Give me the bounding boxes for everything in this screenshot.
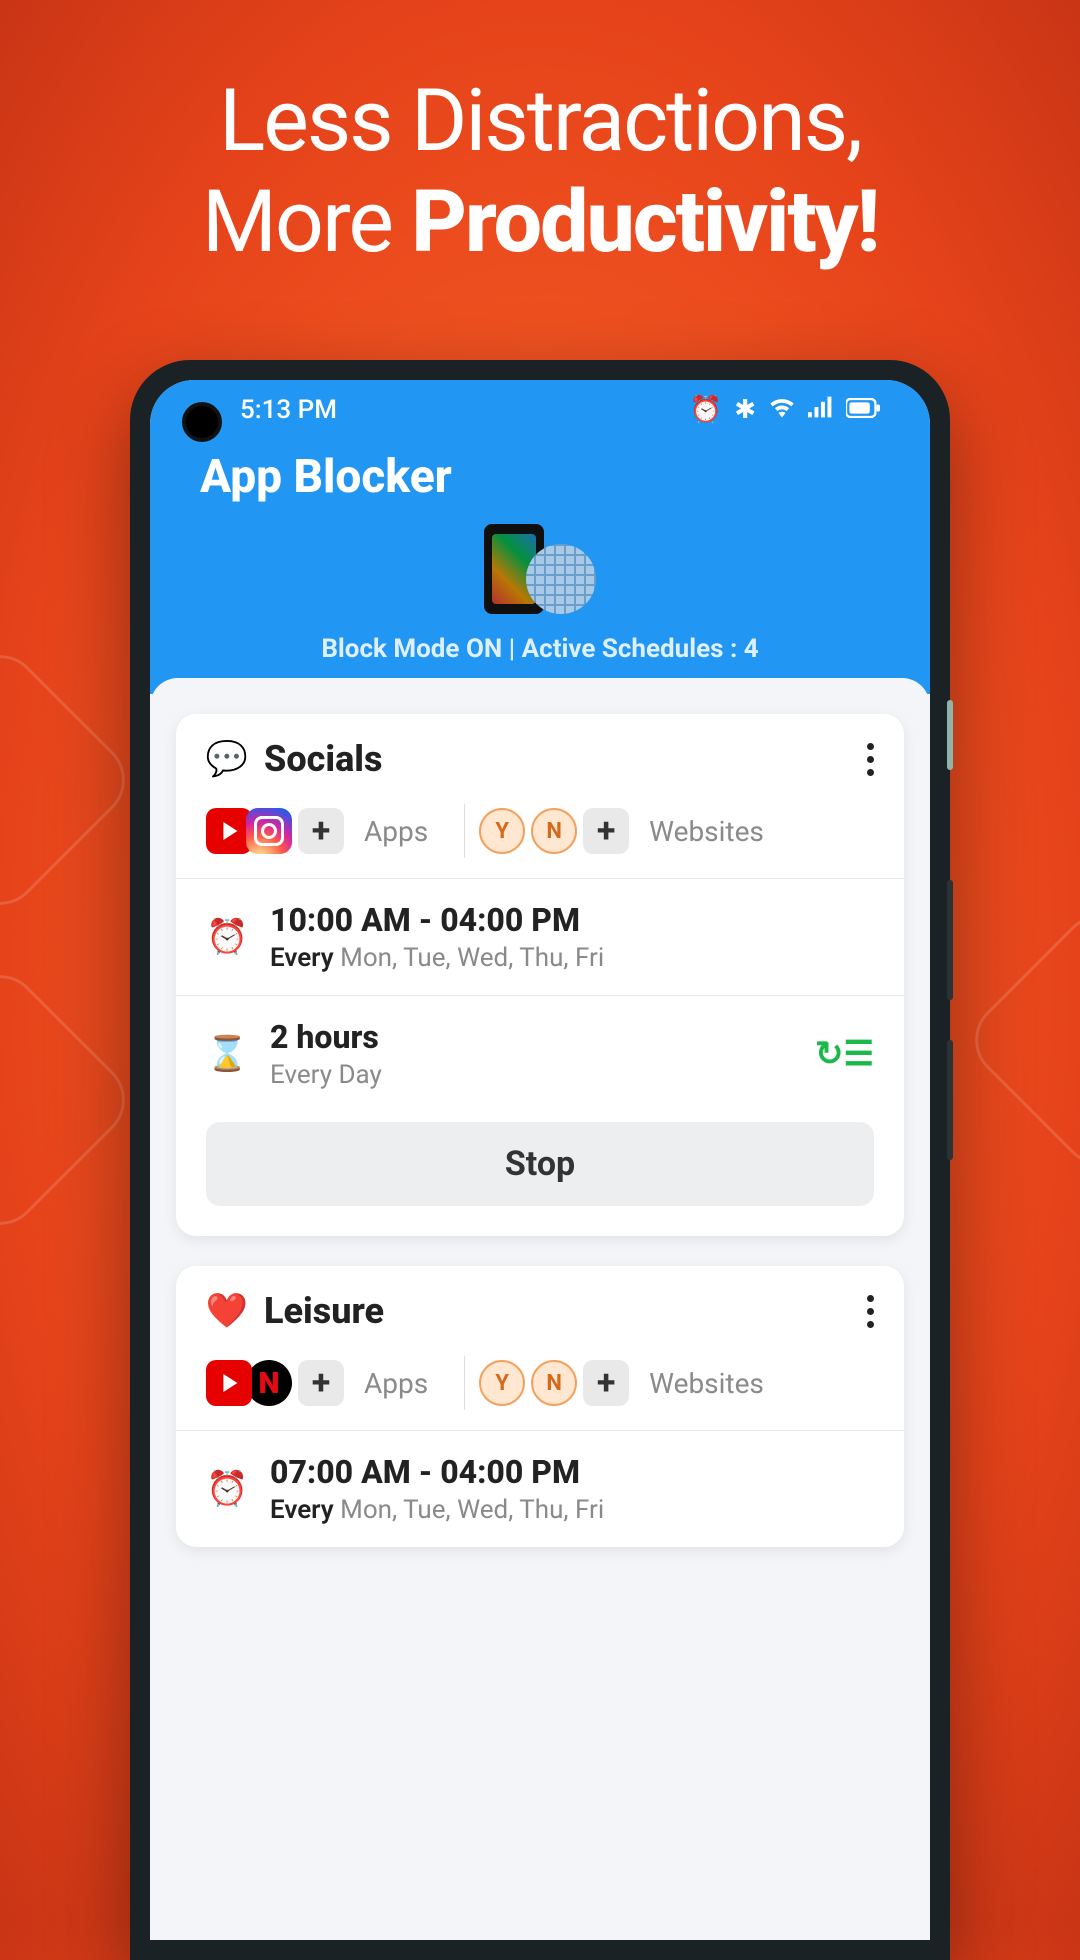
websites-label: Websites — [649, 815, 764, 848]
website-chip: N — [531, 808, 577, 854]
bg-decor — [959, 899, 1080, 1182]
statusbar-icons: ⏰ ✱ — [690, 395, 880, 425]
app-header: App Blocker Block Mode ON | Active Sched… — [150, 440, 930, 694]
block-mode-status: Block Mode ON | Active Schedules : 4 — [200, 634, 880, 664]
app-title: App Blocker — [200, 450, 880, 504]
schedule-time: 07:00 AM - 04:00 PM — [270, 1453, 874, 1491]
battery-icon — [846, 395, 880, 425]
limit-value: 2 hours — [270, 1018, 793, 1056]
clock-icon: ⏰ — [206, 1469, 248, 1509]
youtube-icon — [206, 1360, 252, 1406]
phone-frame: 5:13 PM ⏰ ✱ App Blocker Block Mode ON | … — [130, 360, 950, 1960]
limit-freq: Every Day — [270, 1060, 793, 1090]
bluetooth-icon: ✱ — [734, 395, 756, 425]
website-chip: N — [531, 1360, 577, 1406]
alarm-icon: ⏰ — [690, 395, 722, 425]
hourglass-icon: ⌛ — [206, 1034, 248, 1074]
schedule-card-socials: 💬 Socials + Apps Y N + Websites — [176, 714, 904, 1236]
phone-side-button — [947, 1040, 953, 1160]
header-icons — [200, 524, 880, 614]
add-website-button[interactable]: + — [583, 1360, 629, 1406]
website-chip: Y — [479, 808, 525, 854]
stop-button[interactable]: Stop — [206, 1122, 874, 1206]
apps-label: Apps — [364, 1367, 428, 1400]
schedule-card-leisure: ❤️ Leisure N + Apps Y N + Websites — [176, 1266, 904, 1547]
repeat-icon: ↻☰ — [815, 1034, 874, 1074]
phone-side-button — [947, 880, 953, 1000]
limit-row[interactable]: ⌛ 2 hours Every Day ↻☰ — [176, 996, 904, 1112]
phone-side-button — [947, 700, 953, 770]
card-title: Socials — [264, 738, 851, 780]
bg-decor — [0, 639, 141, 922]
apps-label: Apps — [364, 815, 428, 848]
websites-label: Websites — [649, 1367, 764, 1400]
wifi-icon — [768, 395, 796, 425]
schedule-row[interactable]: ⏰ 10:00 AM - 04:00 PM Every Mon, Tue, We… — [176, 879, 904, 995]
netflix-icon: N — [246, 1360, 292, 1406]
website-chip: Y — [479, 1360, 525, 1406]
add-website-button[interactable]: + — [583, 808, 629, 854]
chat-icon: 💬 — [206, 738, 248, 780]
schedule-row[interactable]: ⏰ 07:00 AM - 04:00 PM Every Mon, Tue, We… — [176, 1431, 904, 1547]
card-title: Leisure — [264, 1290, 851, 1332]
bg-decor — [0, 959, 141, 1242]
card-menu-button[interactable] — [867, 743, 874, 776]
statusbar: 5:13 PM ⏰ ✱ — [150, 380, 930, 440]
hero-line-2: More Productivity! — [40, 171, 1040, 272]
schedule-time: 10:00 AM - 04:00 PM — [270, 901, 874, 939]
schedule-days: Every Mon, Tue, Wed, Thu, Fri — [270, 943, 874, 973]
heart-icon: ❤️ — [206, 1290, 248, 1332]
signal-icon — [808, 395, 834, 425]
instagram-icon — [246, 808, 292, 854]
content-area: 💬 Socials + Apps Y N + Websites — [150, 678, 930, 1613]
add-app-button[interactable]: + — [298, 1360, 344, 1406]
divider — [464, 804, 465, 858]
statusbar-time: 5:13 PM — [240, 395, 337, 425]
front-camera — [182, 402, 222, 442]
clock-icon: ⏰ — [206, 917, 248, 957]
globe-icon — [526, 544, 596, 614]
card-menu-button[interactable] — [867, 1295, 874, 1328]
schedule-days: Every Mon, Tue, Wed, Thu, Fri — [270, 1495, 874, 1525]
add-app-button[interactable]: + — [298, 808, 344, 854]
divider — [464, 1356, 465, 1410]
phone-screen: 5:13 PM ⏰ ✱ App Blocker Block Mode ON | … — [150, 380, 930, 1940]
hero-line-1: Less Distractions, — [40, 70, 1040, 171]
hero-text: Less Distractions, More Productivity! — [0, 0, 1080, 312]
